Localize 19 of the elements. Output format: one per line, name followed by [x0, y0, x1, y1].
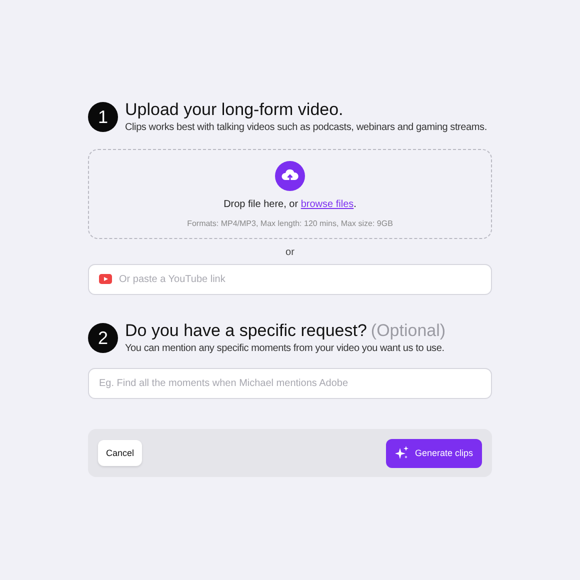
step-number: 2 [88, 323, 118, 353]
optional-label: (Optional) [370, 321, 446, 340]
or-separator: or [284, 247, 296, 258]
sparkle-icon [394, 446, 409, 460]
drop-instructions: Drop file here, or browse files. [224, 199, 356, 210]
cancel-button[interactable]: Cancel [98, 440, 142, 466]
request-field[interactable]: Eg. Find all the moments when Michael mentions Adobe [88, 368, 492, 399]
youtube-link-field[interactable]: Or paste a YouTube link [88, 264, 492, 295]
step-subtitle: You can mention any specific moments from your video you want us to use. [125, 343, 446, 354]
youtube-icon [99, 274, 112, 284]
upload-cloud-icon [275, 161, 305, 191]
step-number: 1 [88, 102, 118, 132]
step-subtitle: Clips works best with talking videos such as podcasts, webinars and gaming streams. [125, 122, 487, 133]
generate-button[interactable]: Generate clips [386, 438, 482, 468]
dropzone[interactable]: Drop file here, or browse files. Formats: MP4/MP3, Max length: 120 mins, Max size: 9GB [88, 149, 492, 239]
format-info: Formats: MP4/MP3, Max length: 120 mins, Max size: 9GB [187, 219, 393, 228]
browse-files-link[interactable]: browse files [300, 199, 354, 210]
step-title: Upload your long-form video. [125, 100, 344, 120]
step-title: Do you have a specific request? [125, 321, 367, 340]
